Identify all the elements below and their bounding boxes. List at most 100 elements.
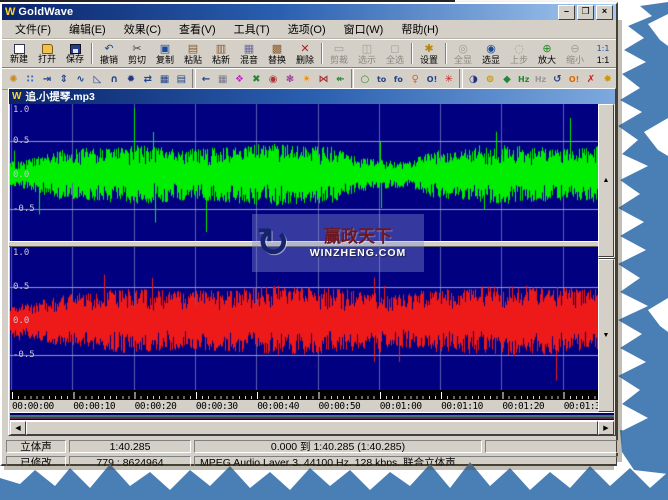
matrix-icon[interactable]: ▦ [156, 70, 173, 88]
toolbar-button[interactable]: 1:1 1:1 [589, 40, 617, 67]
gear-dark-icon[interactable]: ◑ [465, 70, 482, 88]
vertical-scrollbar[interactable]: ▲ ▼ [598, 104, 615, 412]
effect-toolbar: ✺∷⇥⇕∿◺∩✹⇄▦▤←▦❖✖◉❃✴⋈↞○tofo♀O!✳◑⊚◆HzHz↺O!✗… [2, 68, 616, 90]
toolbar-button[interactable]: ▥ 粘新 [207, 40, 235, 67]
timeline-label: 00:01:20 [502, 401, 544, 412]
toolbar-button: ◫ 选示 [353, 40, 381, 67]
toolbar-button[interactable]: ◉ 选显 [477, 40, 505, 67]
toolbar-button-label: 撤销 [100, 55, 118, 65]
toolbar-button[interactable]: ⊕ 放大 [533, 40, 561, 67]
toolbar-button-label: 保存 [66, 54, 84, 64]
doppler-icon[interactable]: fo [390, 70, 407, 88]
toolbar-button[interactable]: 打开 [33, 40, 61, 67]
time-ruler [10, 390, 598, 400]
toolbar-button[interactable]: ▣ 复制 [151, 40, 179, 67]
maximize-button[interactable]: ❒ [577, 5, 594, 20]
star-icon[interactable]: ✳ [440, 70, 457, 88]
toolbar-button-label: 放大 [538, 55, 556, 65]
toolbar-button[interactable]: ✱ 设置 [415, 40, 443, 67]
adjust-points-icon[interactable]: ⇕ [55, 70, 72, 88]
channel-swap-icon[interactable]: ⇄ [139, 70, 156, 88]
toolbar-button-icon: ✕ [300, 43, 309, 55]
menu-item[interactable]: 效果(C) [115, 19, 170, 39]
menu-item[interactable]: 编辑(E) [60, 19, 115, 39]
toolbar-button-label: 全显 [454, 55, 472, 65]
menu-item[interactable]: 工具(T) [225, 19, 279, 39]
document-title-bar[interactable]: W 追.小提琴.mp3 [9, 89, 615, 104]
menu-item[interactable]: 选项(O) [279, 19, 335, 39]
keyboard-icon[interactable]: ▦ [214, 70, 231, 88]
exclaim-icon[interactable]: O! [424, 70, 441, 88]
horizontal-scrollbar[interactable]: ◀ ▶ [10, 421, 614, 435]
status-bar-top: 立体声 1:40.285 0.000 到 1:40.285 (1:40.285) [4, 438, 618, 454]
toolbar-button-icon: ✂ [132, 43, 141, 55]
length-field: 1:40.285 [69, 440, 191, 453]
minimize-button[interactable]: – [558, 5, 575, 20]
interpolate-icon[interactable]: ∿ [72, 70, 89, 88]
timeline-label: 00:00:20 [135, 401, 177, 412]
scroll-right-icon[interactable]: ▶ [598, 421, 614, 435]
swirl-icon[interactable]: ❃ [281, 70, 298, 88]
close-button[interactable]: × [596, 5, 613, 20]
menu-bar: 文件(F)编辑(E)效果(C)查看(V)工具(T)选项(O)窗口(W)帮助(H) [2, 20, 616, 39]
eye-icon[interactable]: ◉ [265, 70, 282, 88]
window-title: GoldWave [18, 6, 558, 18]
overview-bar[interactable] [10, 412, 614, 421]
menu-item[interactable]: 文件(F) [6, 19, 60, 39]
toolbar-button[interactable]: ▩ 替换 [263, 40, 291, 67]
filter-gear-icon[interactable]: ✹ [123, 70, 140, 88]
status-bar-bottom: 已修改 779 : 8624964 MPEG Audio Layer 3, 44… [4, 454, 618, 470]
shift-left-icon[interactable]: ← [198, 70, 215, 88]
arrow-back-icon[interactable]: ↞ [332, 70, 349, 88]
toolbar-button[interactable]: ✂ 剪切 [123, 40, 151, 67]
ramp-icon[interactable]: ◺ [89, 70, 106, 88]
main-toolbar: 新建 打开 保存 ↶ 撤销 ✂ 剪切 ▣ 复制 ▤ 粘贴 ▥ 粘新 ▦ 混音 ▩… [2, 39, 616, 68]
reduce-icon[interactable]: ✖ [248, 70, 265, 88]
toolbar-button[interactable]: ƒ(x) 求值 [651, 40, 668, 67]
hz-play-icon[interactable]: Hz [515, 70, 532, 88]
burst-icon[interactable]: ✴ [298, 70, 315, 88]
horizontal-scroll-thumb[interactable] [26, 421, 598, 435]
menu-item[interactable]: 窗口(W) [335, 19, 393, 39]
watermark: ↻ 赢政天下 WINZHENG.COM [252, 214, 424, 272]
pitch-arc-icon[interactable]: ∩ [106, 70, 123, 88]
toolbar-button[interactable]: 保存 [61, 40, 89, 67]
amplitude-label: -0.5 [13, 205, 35, 214]
toolbar-button[interactable]: ▤ 粘贴 [179, 40, 207, 67]
mapper-icon[interactable]: ▤ [173, 70, 190, 88]
loop-icon[interactable]: ↺ [549, 70, 566, 88]
menu-item[interactable]: 查看(V) [170, 19, 225, 39]
title-bar[interactable]: W GoldWave – ❒ × [2, 4, 616, 20]
play-to-end-icon[interactable]: ⇥ [39, 70, 56, 88]
toolbar-button-label: 设置 [420, 55, 438, 65]
time-shift-icon[interactable]: to [373, 70, 390, 88]
mixer-balls-icon[interactable]: ✺ [5, 70, 22, 88]
rings-icon[interactable]: ⊚ [482, 70, 499, 88]
timeline-label: 00:00:40 [257, 401, 299, 412]
scroll-left-icon[interactable]: ◀ [10, 421, 26, 435]
bowtie-icon[interactable]: ⋈ [315, 70, 332, 88]
toolbar-button[interactable]: ✕ 删除 [291, 40, 319, 67]
alert-icon[interactable]: O! [566, 70, 583, 88]
toolbar-button: ⊖ 缩小 [561, 40, 589, 67]
toolbar-button[interactable]: ✦ 提示 [623, 40, 651, 67]
toolbar-button[interactable]: ↶ 撤销 [95, 40, 123, 67]
toolbar-button-icon: ▤ [188, 43, 198, 55]
scroll-up-icon[interactable]: ▲ [598, 104, 614, 257]
hz-flat-icon[interactable]: Hz [532, 70, 549, 88]
noise-icon[interactable]: ❖ [231, 70, 248, 88]
toolbar-button-icon: ▣ [160, 43, 170, 55]
toolbar-button[interactable]: ▦ 混音 [235, 40, 263, 67]
offset-icon[interactable]: ♀ [407, 70, 424, 88]
toolbar-button-label: 剪裁 [330, 55, 348, 65]
voice-icon[interactable]: ✗ [583, 70, 600, 88]
scroll-down-icon[interactable]: ▼ [598, 259, 614, 412]
toolbar-separator [91, 43, 93, 64]
expression-icon[interactable]: ∷ [22, 70, 39, 88]
power-icon[interactable]: ✸ [599, 70, 616, 88]
toolbar-button[interactable]: 新建 [5, 40, 33, 67]
circle-icon[interactable]: ○ [356, 70, 373, 88]
toolbar-button: ◎ 全显 [449, 40, 477, 67]
menu-item[interactable]: 帮助(H) [392, 19, 447, 39]
pan-diamond-icon[interactable]: ◆ [499, 70, 516, 88]
